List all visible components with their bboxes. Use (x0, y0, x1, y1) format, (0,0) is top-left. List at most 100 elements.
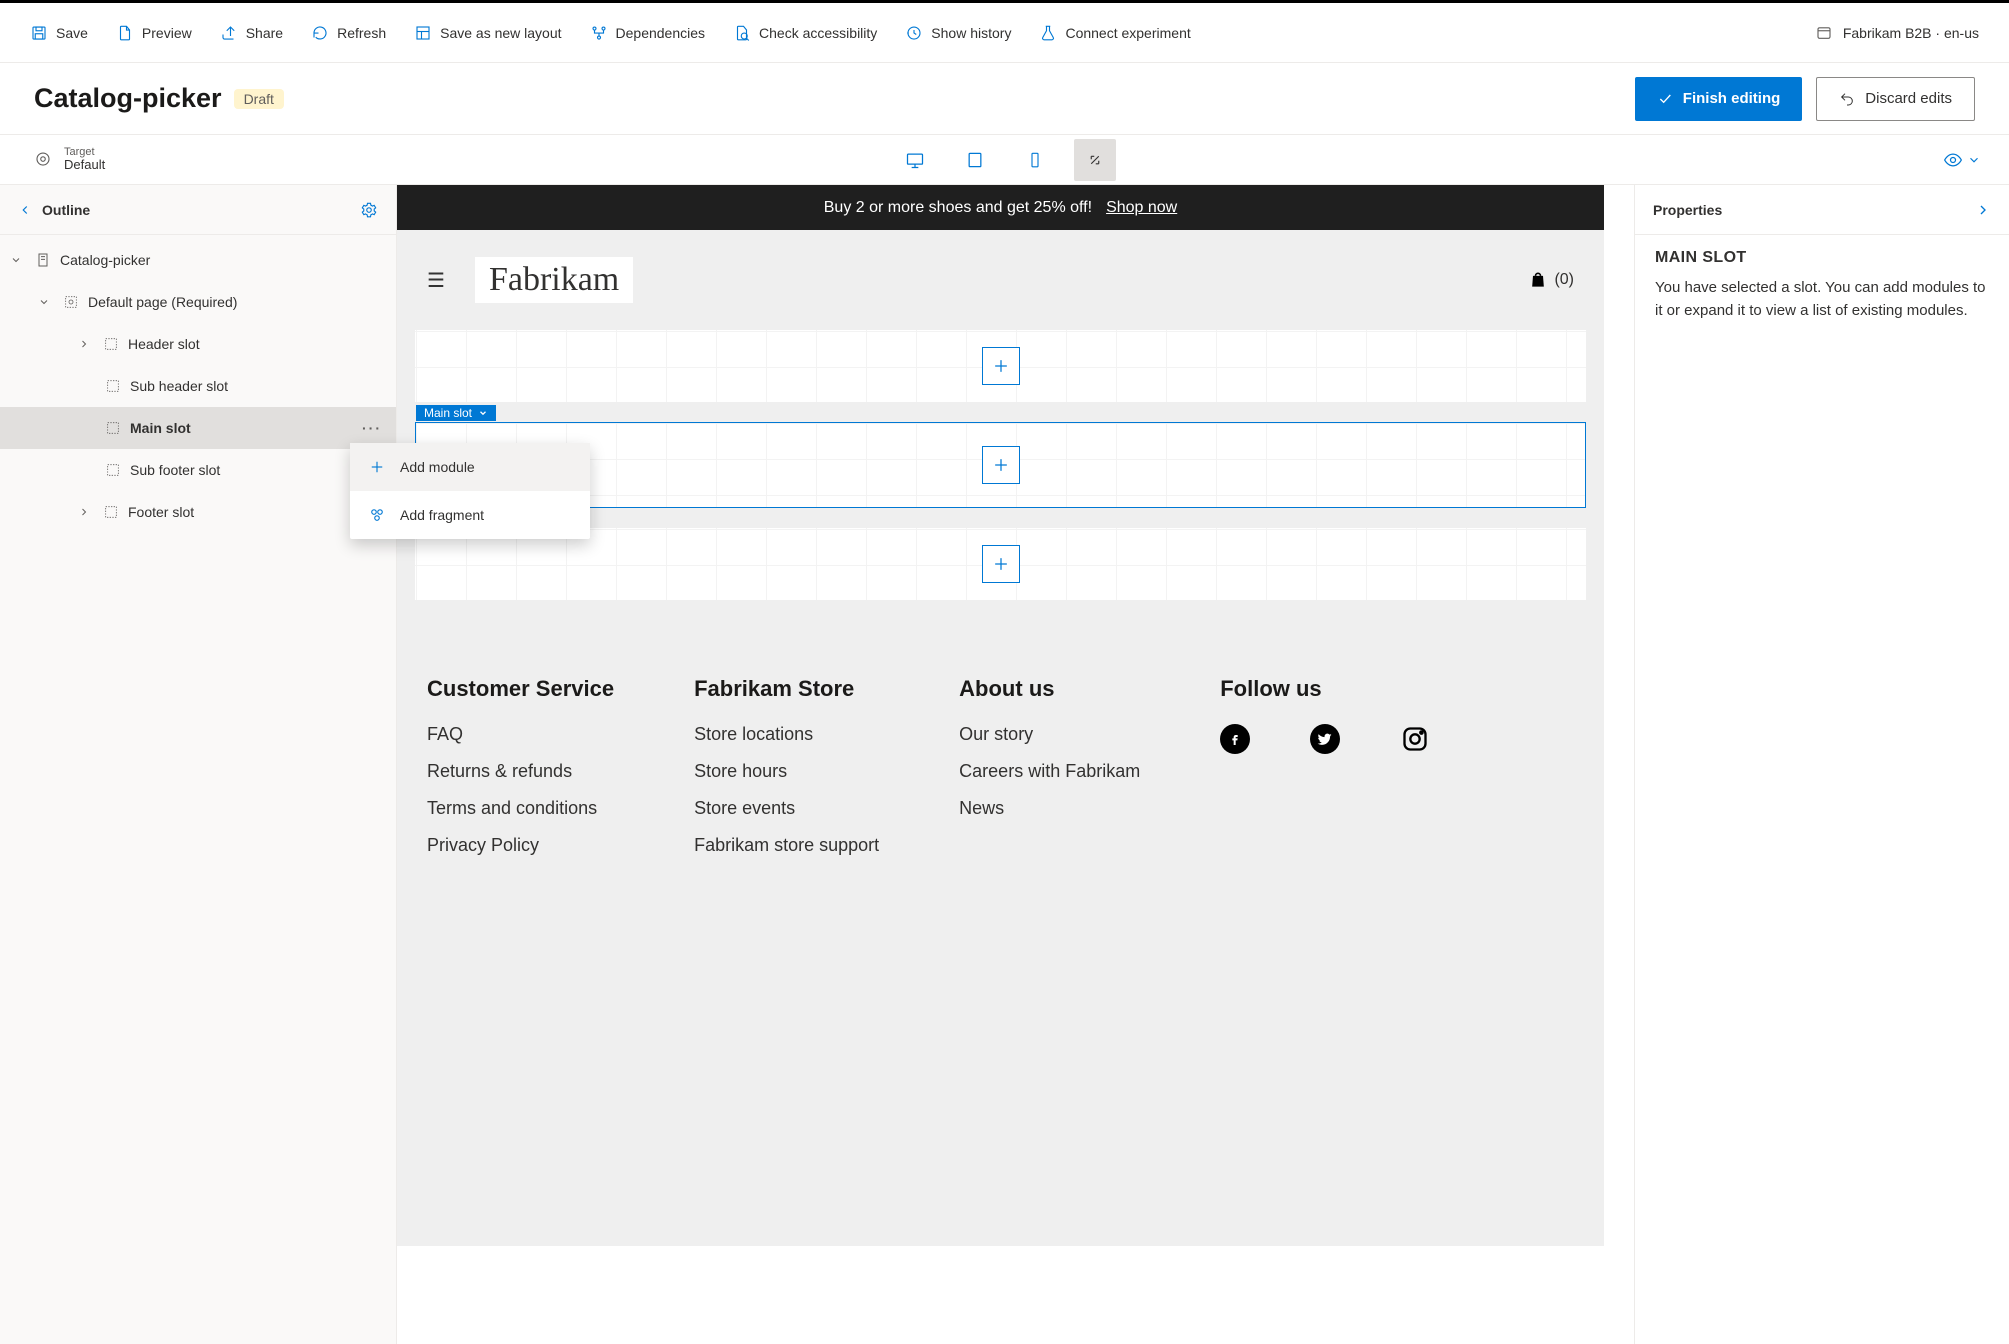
properties-title: Properties (1653, 202, 1722, 218)
title-bar: Catalog-picker Draft Finish editing Disc… (0, 63, 2009, 135)
accessibility-label: Check accessibility (759, 25, 877, 41)
footer-link[interactable]: Store locations (694, 724, 879, 745)
chevron-left-icon (18, 203, 32, 217)
menu-add-module[interactable]: Add module (350, 443, 590, 491)
properties-description: You have selected a slot. You can add mo… (1655, 277, 1989, 322)
promo-bar: Buy 2 or more shoes and get 25% off! Sho… (397, 185, 1604, 230)
outline-header-left[interactable]: Outline (18, 202, 90, 218)
canvas[interactable]: Buy 2 or more shoes and get 25% off! Sho… (397, 185, 1634, 1344)
status-badge: Draft (234, 89, 284, 109)
save-label: Save (56, 25, 88, 41)
preview-button[interactable]: Preview (116, 24, 192, 42)
tree-row-page[interactable]: Default page (Required) (0, 281, 396, 323)
finish-editing-button[interactable]: Finish editing (1635, 77, 1803, 121)
tree-row-footer-slot[interactable]: Footer slot (0, 491, 396, 533)
dependencies-label: Dependencies (616, 25, 706, 41)
experiment-label: Connect experiment (1065, 25, 1190, 41)
footer-col-follow: Follow us (1220, 676, 1430, 856)
menu-add-fragment[interactable]: Add fragment (350, 491, 590, 539)
gear-icon[interactable] (360, 201, 378, 219)
viewport-expand[interactable] (1074, 139, 1116, 181)
experiment-button[interactable]: Connect experiment (1039, 24, 1190, 42)
footer-link[interactable]: Returns & refunds (427, 761, 614, 782)
preview-visibility[interactable] (1943, 150, 2009, 170)
viewport-mobile[interactable] (1014, 139, 1056, 181)
tree-page-label: Default page (Required) (88, 294, 237, 310)
outline-header: Outline (0, 185, 396, 235)
target-value: Default (64, 158, 105, 172)
slot-zone-subheader[interactable] (415, 330, 1586, 402)
preview-label: Preview (142, 25, 192, 41)
dependencies-icon (590, 24, 608, 42)
command-bar-left: Save Preview Share Refresh Save as new l… (30, 24, 1191, 42)
tree-subheader-label: Sub header slot (130, 378, 228, 394)
outline-tree: Catalog-picker Default page (Required) H… (0, 235, 396, 533)
site-header-left: ☰ Fabrikam (427, 257, 633, 303)
check-icon (1657, 91, 1673, 107)
facebook-icon[interactable] (1220, 724, 1250, 754)
history-label: Show history (931, 25, 1011, 41)
footer-link[interactable]: Fabrikam store support (694, 835, 879, 856)
canvas-inner: Buy 2 or more shoes and get 25% off! Sho… (397, 185, 1604, 1246)
save-layout-button[interactable]: Save as new layout (414, 24, 561, 42)
footer-link[interactable]: News (959, 798, 1140, 819)
dependencies-button[interactable]: Dependencies (590, 24, 706, 42)
save-icon (30, 24, 48, 42)
page-title: Catalog-picker (34, 83, 222, 114)
chevron-right-icon (74, 338, 94, 350)
footer-link[interactable]: Our story (959, 724, 1140, 745)
add-module-button[interactable] (982, 347, 1020, 385)
tree-row-root[interactable]: Catalog-picker (0, 239, 396, 281)
brand-logo[interactable]: Fabrikam (475, 257, 633, 303)
slot-chip-text: Main slot (424, 406, 472, 420)
target-icon (34, 150, 52, 168)
chevron-right-icon (74, 506, 94, 518)
tree-row-main-slot[interactable]: Main slot ··· (0, 407, 396, 449)
chevron-right-icon[interactable] (1975, 202, 1991, 218)
discard-edits-button[interactable]: Discard edits (1816, 77, 1975, 121)
footer-col-about: About us Our story Careers with Fabrikam… (959, 676, 1140, 856)
footer-link[interactable]: FAQ (427, 724, 614, 745)
add-module-button[interactable] (982, 545, 1020, 583)
promo-link[interactable]: Shop now (1106, 199, 1177, 217)
slot-zone-main[interactable]: Main slot (415, 422, 1586, 508)
viewport-tablet[interactable] (954, 139, 996, 181)
slot-container-icon (62, 293, 80, 311)
properties-panel: Properties MAIN SLOT You have selected a… (1634, 185, 2009, 1344)
twitter-icon[interactable] (1310, 724, 1340, 754)
cart-button[interactable]: (0) (1528, 270, 1574, 290)
slot-zone-subfooter[interactable] (415, 528, 1586, 600)
mobile-icon (1026, 151, 1044, 169)
history-button[interactable]: Show history (905, 24, 1011, 42)
tree-row-subfooter-slot[interactable]: Sub footer slot (0, 449, 396, 491)
instagram-icon[interactable] (1400, 724, 1430, 754)
site-icon (1815, 24, 1833, 42)
target-selector[interactable]: Target Default (0, 146, 105, 172)
add-module-button[interactable] (982, 446, 1020, 484)
footer-link[interactable]: Store hours (694, 761, 879, 782)
footer-link[interactable]: Store events (694, 798, 879, 819)
viewport-desktop[interactable] (894, 139, 936, 181)
tree-main-label: Main slot (130, 420, 191, 436)
footer-link[interactable]: Careers with Fabrikam (959, 761, 1140, 782)
social-links (1220, 724, 1430, 754)
tree-row-subheader-slot[interactable]: Sub header slot (0, 365, 396, 407)
fragment-icon (368, 506, 386, 524)
slot-label-chip[interactable]: Main slot (416, 405, 496, 421)
save-button[interactable]: Save (30, 24, 88, 42)
command-bar-right: Fabrikam B2B · en-us (1815, 24, 1979, 42)
accessibility-button[interactable]: Check accessibility (733, 24, 877, 42)
share-button[interactable]: Share (220, 24, 283, 42)
more-icon[interactable]: ··· (362, 420, 382, 436)
outline-title: Outline (42, 202, 90, 218)
refresh-icon (311, 24, 329, 42)
command-bar: Save Preview Share Refresh Save as new l… (0, 3, 2009, 63)
footer-link[interactable]: Terms and conditions (427, 798, 614, 819)
footer-link[interactable]: Privacy Policy (427, 835, 614, 856)
eye-icon (1943, 150, 1963, 170)
refresh-button[interactable]: Refresh (311, 24, 386, 42)
hamburger-icon[interactable]: ☰ (427, 268, 445, 293)
slot-icon (104, 419, 122, 437)
history-icon (905, 24, 923, 42)
tree-row-header-slot[interactable]: Header slot (0, 323, 396, 365)
